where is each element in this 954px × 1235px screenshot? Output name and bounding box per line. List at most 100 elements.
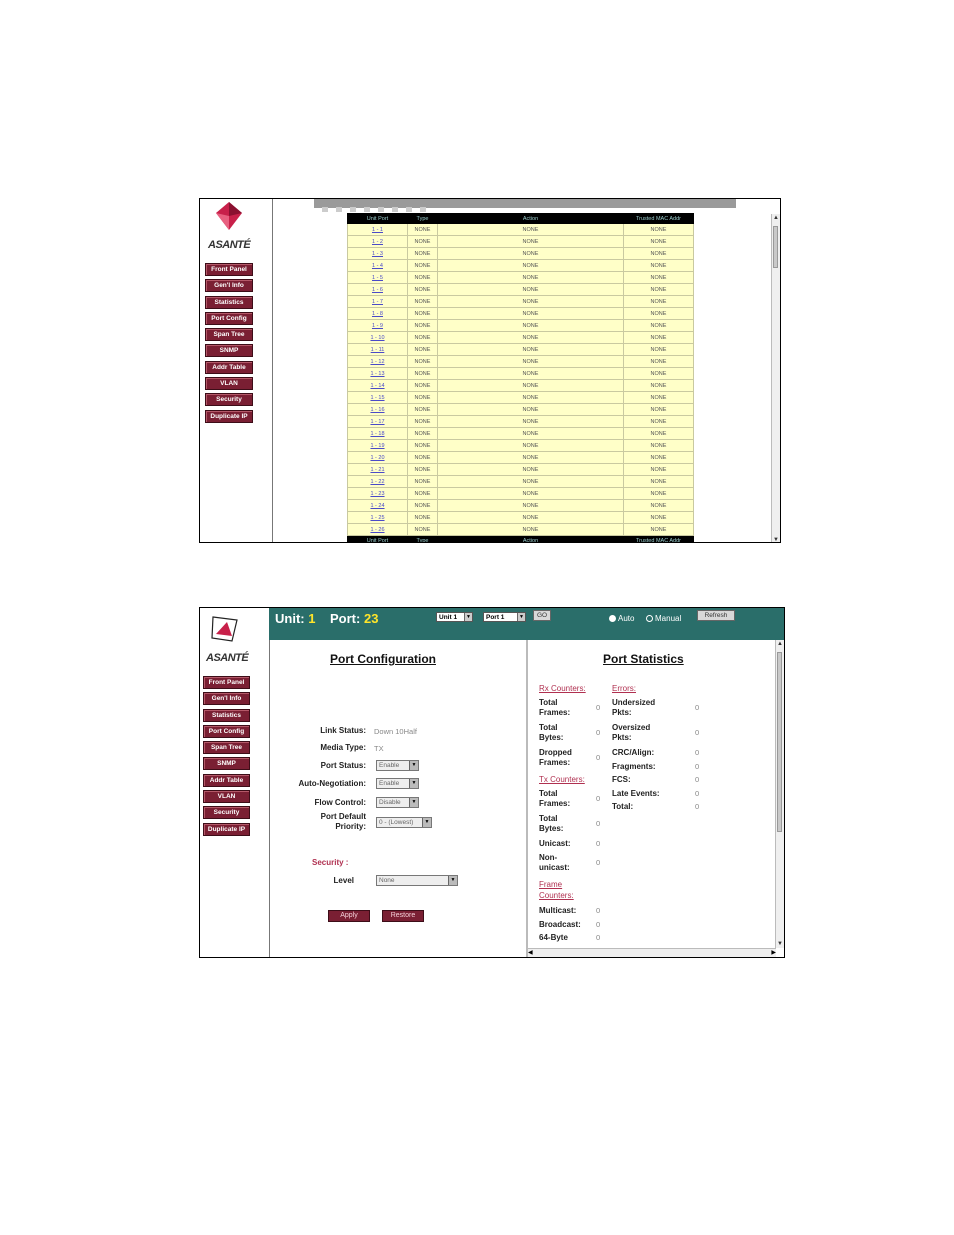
scroll-down-icon[interactable]: ▼ — [772, 536, 780, 542]
table-row: 1 - 18 NONE NONE NONE — [347, 427, 694, 440]
table-cell: NONE — [407, 511, 438, 524]
table-cell: NONE — [407, 295, 438, 308]
unit-select[interactable]: Unit 1 ▼ — [436, 612, 473, 622]
priority-label: Port Default Priority: — [270, 812, 366, 832]
flow-control-select[interactable]: Disable ▼ — [376, 797, 419, 808]
port-link[interactable]: 1 - 4 — [347, 259, 408, 272]
nav-button-port-config[interactable]: Port Config — [203, 724, 250, 738]
sidebar: ASANTÉ Front Panel Gen'l Info Statistics Po… — [200, 199, 273, 542]
port-link[interactable]: 1 - 13 — [347, 367, 408, 380]
table-cell: NONE — [407, 307, 438, 320]
scroll-left-icon[interactable]: ◀ — [528, 949, 533, 957]
table-row: 1 - 9 NONE NONE NONE — [347, 319, 694, 332]
nav-button-snmp[interactable]: SNMP — [205, 344, 253, 358]
manual-radio[interactable]: Manual — [646, 614, 681, 623]
table-row: 1 - 24 NONE NONE NONE — [347, 499, 694, 512]
nav-button-span-tree[interactable]: Span Tree — [205, 328, 253, 342]
nav-button-statistics[interactable]: Statistics — [203, 708, 250, 722]
nav-button-statistics[interactable]: Statistics — [205, 295, 253, 309]
table-cell: NONE — [437, 223, 624, 236]
port-link[interactable]: 1 - 11 — [347, 343, 408, 356]
nav-button-snmp[interactable]: SNMP — [203, 757, 250, 771]
tx-counters-link[interactable]: Tx Counters: — [539, 775, 585, 784]
port-link[interactable]: 1 - 5 — [347, 271, 408, 284]
table-cell: NONE — [623, 343, 694, 356]
port-select[interactable]: Port 1 ▼ — [483, 612, 526, 622]
nav-button-gen-l-info[interactable]: Gen'l Info — [205, 279, 253, 293]
nav-button-vlan[interactable]: VLAN — [203, 790, 250, 804]
port-link[interactable]: 1 - 17 — [347, 415, 408, 428]
table-row: 1 - 22 NONE NONE NONE — [347, 475, 694, 488]
port-link[interactable]: 1 - 3 — [347, 247, 408, 260]
port-link[interactable]: 1 - 7 — [347, 295, 408, 308]
nav-button-security[interactable]: Security — [205, 393, 253, 407]
nav-button-front-panel[interactable]: Front Panel — [203, 676, 250, 689]
column-header: Type — [407, 213, 438, 224]
port-link[interactable]: 1 - 10 — [347, 331, 408, 344]
refresh-button[interactable]: Refresh — [697, 610, 735, 621]
nav-button-addr-table[interactable]: Addr Table — [203, 773, 250, 787]
port-link[interactable]: 1 - 9 — [347, 319, 408, 332]
nav-button-duplicate-ip[interactable]: Duplicate IP — [203, 822, 250, 836]
restore-button[interactable]: Restore — [382, 910, 424, 922]
go-button[interactable]: GO — [533, 610, 551, 621]
column-header: Unit Port — [347, 213, 408, 224]
port-link[interactable]: 1 - 8 — [347, 307, 408, 320]
port-link[interactable]: 1 - 2 — [347, 235, 408, 248]
table-cell: NONE — [407, 259, 438, 272]
table-cell: NONE — [407, 427, 438, 440]
port-link[interactable]: 1 - 16 — [347, 403, 408, 416]
apply-button[interactable]: Apply — [328, 910, 370, 922]
port-link[interactable]: 1 - 6 — [347, 283, 408, 296]
table-cell: NONE — [407, 235, 438, 248]
nav-button-duplicate-ip[interactable]: Duplicate IP — [205, 409, 253, 423]
scroll-up-icon[interactable]: ▲ — [772, 214, 780, 222]
port-link[interactable]: 1 - 25 — [347, 511, 408, 524]
errors-link[interactable]: Errors: — [612, 684, 636, 693]
stats-horizontal-scrollbar[interactable]: ◀ ▶ — [528, 948, 776, 957]
stat-label-line1: Total: — [612, 802, 634, 811]
auto-radio[interactable]: Auto — [609, 614, 634, 623]
nav-button-span-tree[interactable]: Span Tree — [203, 741, 250, 755]
stats-scrollbar[interactable]: ▲ ▼ — [775, 640, 784, 948]
stat-label-line2: Frames: — [539, 758, 571, 767]
port-link[interactable]: 1 - 15 — [347, 391, 408, 404]
scroll-down-icon[interactable]: ▼ — [776, 940, 784, 948]
stat-label: 64-Byte — [539, 933, 599, 943]
port-link[interactable]: 1 - 14 — [347, 379, 408, 392]
nav-button-port-config[interactable]: Port Config — [205, 311, 253, 325]
port-link[interactable]: 1 - 23 — [347, 487, 408, 500]
auto-negotiation-select[interactable]: Enable ▼ — [376, 778, 419, 789]
port-value: 23 — [363, 611, 379, 626]
column-header: Action — [437, 535, 624, 542]
level-select[interactable]: None ▼ — [376, 875, 458, 886]
port-link[interactable]: 1 - 12 — [347, 355, 408, 368]
priority-select[interactable]: 0 - (Lowest) ▼ — [376, 817, 432, 828]
scroll-up-icon[interactable]: ▲ — [776, 640, 784, 648]
frame-counters-link[interactable]: Frame Counters: — [539, 879, 574, 901]
nav-button-front-panel[interactable]: Front Panel — [205, 263, 253, 276]
scroll-thumb[interactable] — [773, 226, 778, 268]
nav-button-gen-l-info[interactable]: Gen'l Info — [203, 692, 250, 706]
port-link[interactable]: 1 - 22 — [347, 475, 408, 488]
port-link[interactable]: 1 - 21 — [347, 463, 408, 476]
port-status-select[interactable]: Enable ▼ — [376, 760, 419, 771]
port-link[interactable]: 1 - 18 — [347, 427, 408, 440]
scroll-thumb[interactable] — [777, 652, 782, 832]
rx-counters-link[interactable]: Rx Counters: — [539, 684, 586, 693]
table-cell: NONE — [623, 475, 694, 488]
port-link[interactable]: 1 - 26 — [347, 523, 408, 536]
port-link[interactable]: 1 - 24 — [347, 499, 408, 512]
nav-button-security[interactable]: Security — [203, 806, 250, 820]
stat-label: Total: — [612, 802, 687, 812]
table-scrollbar[interactable]: ▲ ▼ — [771, 214, 780, 542]
scroll-right-icon[interactable]: ▶ — [771, 949, 776, 957]
table-cell: NONE — [623, 379, 694, 392]
port-link[interactable]: 1 - 20 — [347, 451, 408, 464]
port-link[interactable]: 1 - 19 — [347, 439, 408, 452]
port-link[interactable]: 1 - 1 — [347, 223, 408, 236]
toolbar-strip — [314, 199, 736, 212]
nav-button-vlan[interactable]: VLAN — [205, 377, 253, 391]
nav-button-addr-table[interactable]: Addr Table — [205, 360, 253, 374]
table-cell: NONE — [437, 391, 624, 404]
